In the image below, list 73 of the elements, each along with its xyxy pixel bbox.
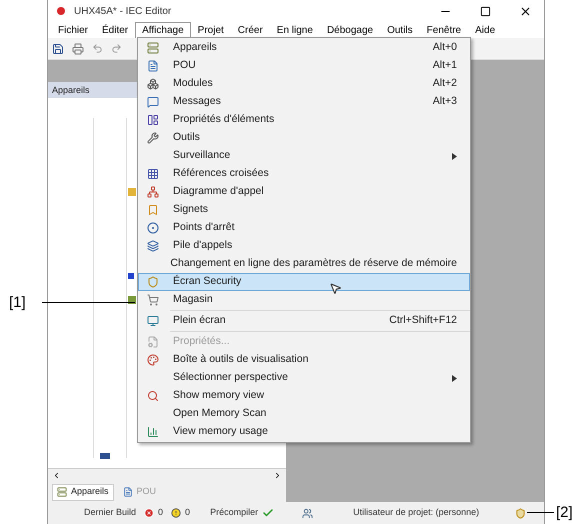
page-icon bbox=[147, 60, 159, 72]
target-icon bbox=[147, 222, 159, 234]
menu-item[interactable]: Changement en ligne des paramètres de réserve de mémoire bbox=[138, 255, 470, 273]
error-count: 0 bbox=[158, 506, 164, 520]
menu-item[interactable]: Magasin bbox=[138, 291, 470, 309]
shield-icon bbox=[147, 276, 159, 288]
grid-icon bbox=[147, 168, 159, 180]
menu-bar-item[interactable]: Affichage bbox=[135, 22, 191, 38]
window-title: UHX45A* - IEC Editor bbox=[74, 4, 172, 18]
error-icon bbox=[144, 508, 154, 518]
menu-item[interactable]: POU Alt+1 bbox=[138, 57, 470, 75]
menu-item[interactable]: Show memory view bbox=[138, 387, 470, 405]
page-icon bbox=[122, 487, 133, 497]
close-icon[interactable] bbox=[519, 4, 532, 18]
cart-icon bbox=[147, 294, 159, 306]
shield-icon bbox=[515, 508, 526, 518]
wrench-icon bbox=[147, 132, 159, 144]
devices-icon bbox=[147, 42, 159, 54]
scroll-right-icon[interactable] bbox=[273, 471, 282, 480]
menu-item[interactable]: Boîte à outils de visualisation bbox=[138, 351, 470, 369]
document-icon bbox=[147, 336, 159, 348]
undo-icon[interactable] bbox=[92, 43, 103, 54]
callout-label: [2] bbox=[556, 503, 573, 523]
palette-icon bbox=[147, 354, 159, 366]
chart-icon bbox=[147, 426, 159, 438]
menu-bar-item[interactable]: Débogage bbox=[320, 22, 380, 38]
devices-icon bbox=[57, 487, 67, 497]
users-icon bbox=[302, 508, 314, 518]
callout-label: [1] bbox=[9, 293, 26, 313]
menu-item[interactable]: Surveillance bbox=[138, 147, 470, 165]
leader-line bbox=[527, 512, 554, 513]
mouse-cursor-icon bbox=[329, 282, 342, 295]
warning-count: 0 bbox=[185, 506, 190, 520]
menu-item[interactable]: Propriétés d'éléments bbox=[138, 111, 470, 129]
menu-item[interactable]: View memory usage bbox=[138, 423, 470, 441]
bookmark-icon bbox=[147, 204, 159, 216]
menu-bar-item[interactable]: Créer bbox=[230, 22, 270, 38]
printer-icon[interactable] bbox=[72, 42, 84, 54]
monitor-icon bbox=[147, 315, 159, 327]
build-label: Dernier Build bbox=[84, 506, 136, 520]
panel-tab[interactable]: Appareils bbox=[52, 484, 114, 500]
menu-item[interactable]: Références croisées bbox=[138, 165, 470, 183]
menu-item[interactable]: Plein écran Ctrl+Shift+F12 bbox=[138, 312, 470, 330]
check-icon bbox=[262, 507, 274, 519]
menu-bar-item[interactable]: Aide bbox=[468, 22, 502, 38]
menu-item[interactable]: Diagramme d'appel bbox=[138, 183, 470, 201]
menu-bar-item[interactable]: Fenêtre bbox=[420, 22, 468, 38]
network-icon bbox=[147, 186, 159, 198]
menu-bar-item[interactable]: Fichier bbox=[51, 22, 96, 38]
menu-item[interactable]: Outils bbox=[138, 129, 470, 147]
search-icon bbox=[147, 390, 159, 402]
layers-icon bbox=[147, 240, 159, 252]
menu-bar-item[interactable]: Éditer bbox=[95, 22, 136, 38]
menu-item[interactable]: Points d'arrêt bbox=[138, 219, 470, 237]
project-user: Utilisateur de projet: (personne) bbox=[353, 506, 480, 520]
menu-item[interactable]: Open Memory Scan bbox=[138, 405, 470, 423]
app-logo-icon bbox=[56, 6, 66, 16]
redo-icon[interactable] bbox=[111, 43, 122, 54]
menu-item[interactable]: Écran Security bbox=[138, 273, 470, 291]
menu-item[interactable]: Signets bbox=[138, 201, 470, 219]
save-icon[interactable] bbox=[52, 42, 64, 54]
menu-item[interactable]: Sélectionner perspective bbox=[138, 369, 470, 387]
menu-bar-item[interactable]: En ligne bbox=[270, 22, 320, 38]
blocks-icon bbox=[147, 78, 159, 90]
precompile-label: Précompiler bbox=[210, 506, 258, 520]
message-icon bbox=[147, 96, 159, 108]
maximize-icon[interactable] bbox=[480, 6, 491, 16]
scroll-left-icon[interactable] bbox=[52, 471, 61, 480]
warning-icon bbox=[171, 508, 182, 518]
menu-bar-item[interactable]: Outils bbox=[380, 22, 420, 38]
menu-bar-item[interactable]: Projet bbox=[190, 22, 231, 38]
panel-icon bbox=[147, 114, 159, 126]
menu-item[interactable]: Pile d'appels bbox=[138, 237, 470, 255]
